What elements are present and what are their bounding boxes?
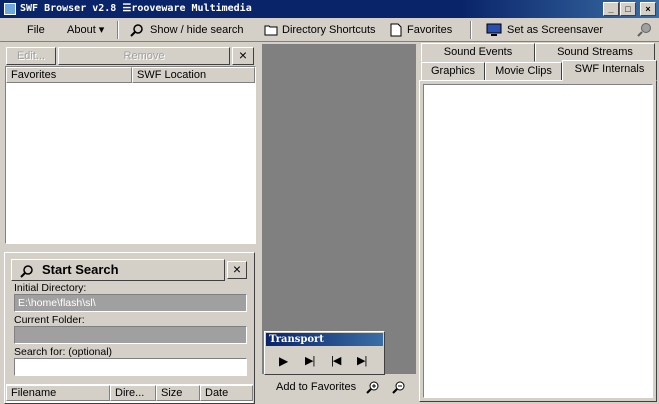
transport-title: Transport: [266, 333, 383, 346]
maximize-button[interactable]: □: [620, 2, 636, 16]
add-to-favorites-button[interactable]: Add to Favorites: [276, 381, 356, 393]
minimize-button[interactable]: _: [603, 2, 619, 16]
tab-sound-events[interactable]: Sound Events: [421, 43, 535, 62]
results-table[interactable]: Filename Dire... Size Date: [6, 384, 253, 403]
toolbar-separator: [117, 21, 119, 39]
magnifier-icon: [130, 23, 144, 37]
zoom-in-icon[interactable]: [366, 380, 380, 394]
close-search-button[interactable]: ×: [227, 261, 247, 279]
start-search-label: Start Search: [42, 262, 119, 277]
rewind-button[interactable]: |◀: [331, 354, 341, 367]
favorites-label: Favorites: [407, 24, 453, 36]
show-hide-search-label: Show / hide search: [150, 24, 244, 36]
show-hide-search-button[interactable]: Show / hide search: [130, 22, 244, 38]
tab-swf-internals[interactable]: SWF Internals: [562, 60, 657, 81]
search-globe-icon[interactable]: [637, 22, 653, 38]
current-folder-field[interactable]: [14, 326, 247, 344]
document-icon: [390, 23, 402, 37]
app-icon: [4, 3, 16, 15]
set-screensaver-button[interactable]: Set as Screensaver: [486, 22, 603, 38]
column-header-favorites[interactable]: Favorites: [6, 67, 132, 83]
menu-toolbar: File About ▾ Show / hide search Director…: [0, 18, 659, 42]
title-bar: SWF Browser v2.8 ☰rooveware Multimedia: [0, 0, 659, 18]
folder-icon: [264, 24, 278, 36]
column-header-size[interactable]: Size: [156, 385, 200, 401]
favorites-panel: Edit... Remove × Favorites SWF Location: [3, 44, 256, 244]
directory-shortcuts-button[interactable]: Directory Shortcuts: [264, 22, 376, 38]
current-folder-label: Current Folder:: [14, 314, 85, 326]
tab-content-frame: [419, 80, 657, 402]
search-for-field[interactable]: [14, 358, 247, 376]
column-header-filename[interactable]: Filename: [6, 385, 110, 401]
initial-directory-label: Initial Directory:: [14, 282, 87, 294]
tab-graphics[interactable]: Graphics: [421, 62, 485, 81]
close-button[interactable]: ×: [640, 2, 656, 16]
zoom-out-icon[interactable]: [392, 380, 406, 394]
close-favorites-button[interactable]: ×: [232, 47, 254, 65]
column-header-date[interactable]: Date: [200, 385, 253, 401]
menu-about[interactable]: About ▾: [67, 22, 104, 38]
step-forward-button[interactable]: ▶|: [305, 354, 315, 367]
swf-internals-tree[interactable]: [423, 84, 653, 398]
magnifier-icon: [20, 264, 34, 278]
window-title: SWF Browser v2.8 ☰rooveware Multimedia: [20, 3, 252, 14]
go-to-end-button[interactable]: ▶|: [357, 354, 367, 367]
transport-window: Transport ▶ ▶| |◀ ▶|: [264, 331, 385, 375]
directory-shortcuts-label: Directory Shortcuts: [282, 24, 376, 36]
edit-button[interactable]: Edit...: [6, 47, 56, 65]
inspector-panel: Sound Events Sound Streams Graphics Movi…: [418, 42, 659, 404]
set-screensaver-label: Set as Screensaver: [507, 24, 603, 36]
column-header-directory[interactable]: Dire...: [110, 385, 156, 401]
initial-directory-field[interactable]: E:\home\flash\sl\: [14, 294, 247, 312]
remove-button[interactable]: Remove: [58, 47, 230, 65]
search-for-label: Search for: (optional): [14, 346, 113, 358]
menu-file[interactable]: File: [27, 22, 45, 38]
favorites-button[interactable]: Favorites: [390, 22, 452, 38]
column-header-swf-location[interactable]: SWF Location: [132, 67, 255, 83]
play-button[interactable]: ▶: [279, 354, 288, 368]
movie-stage[interactable]: [262, 44, 416, 374]
search-panel: Start Search × Initial Directory: E:\hom…: [4, 252, 255, 404]
favorites-list[interactable]: Favorites SWF Location: [5, 66, 256, 244]
toolbar-separator: [470, 21, 472, 39]
center-footer: Add to Favorites: [262, 374, 416, 404]
start-search-button[interactable]: Start Search: [11, 259, 225, 281]
screensaver-icon: [486, 23, 502, 37]
tab-movie-clips[interactable]: Movie Clips: [485, 62, 562, 81]
